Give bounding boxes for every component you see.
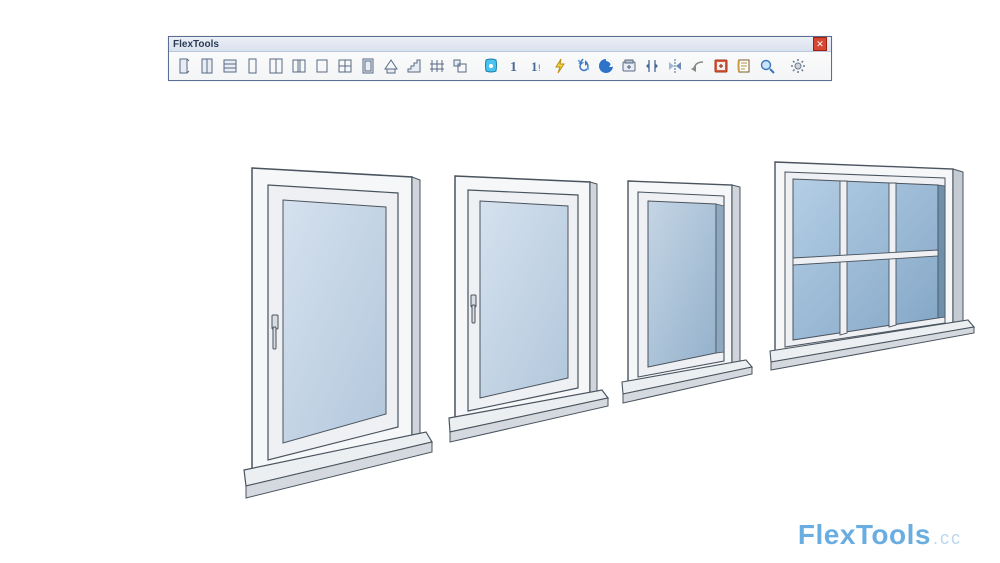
- settings-icon[interactable]: [787, 55, 809, 77]
- svg-text:1: 1: [510, 60, 517, 75]
- flexwindow-single-icon[interactable]: [242, 55, 264, 77]
- flexfence-icon[interactable]: [426, 55, 448, 77]
- search-icon[interactable]: [756, 55, 778, 77]
- instance-multi-icon[interactable]: 1!: [526, 55, 548, 77]
- window-model-1[interactable]: [244, 168, 432, 498]
- mirror-icon[interactable]: [664, 55, 686, 77]
- watermark-brand: FlexTools: [798, 519, 931, 550]
- flexwindow-double-icon[interactable]: [265, 55, 287, 77]
- flexscale-icon[interactable]: [449, 55, 471, 77]
- arrow-left-icon[interactable]: [687, 55, 709, 77]
- flexwindow-sliding-icon[interactable]: [288, 55, 310, 77]
- model-viewport[interactable]: [0, 0, 1000, 563]
- separator: [474, 56, 477, 76]
- componentfinder-icon[interactable]: [480, 55, 502, 77]
- convert-dynamic-icon[interactable]: [710, 55, 732, 77]
- flexwindow-grid-icon[interactable]: [334, 55, 356, 77]
- flextools-toolbar[interactable]: FlexTools ✕ 1 1!: [168, 36, 832, 81]
- flexstair-icon[interactable]: [403, 55, 425, 77]
- instance-single-icon[interactable]: 1: [503, 55, 525, 77]
- toolbar-titlebar[interactable]: FlexTools ✕: [169, 37, 831, 52]
- flexdoor-single-icon[interactable]: [173, 55, 195, 77]
- svg-text:1: 1: [531, 59, 538, 74]
- toolbar-title: FlexTools: [173, 39, 219, 50]
- flexwindow-fixed-icon[interactable]: [311, 55, 333, 77]
- refresh-all-icon[interactable]: [572, 55, 594, 77]
- toolbar-body: 1 1!: [169, 52, 831, 80]
- flexdoor-garage-icon[interactable]: [219, 55, 241, 77]
- svg-text:!: !: [538, 63, 541, 73]
- reports-icon[interactable]: [733, 55, 755, 77]
- zapper-icon[interactable]: [549, 55, 571, 77]
- flip-icon[interactable]: [641, 55, 663, 77]
- close-icon[interactable]: ✕: [813, 37, 827, 51]
- window-model-4[interactable]: [770, 162, 974, 370]
- wallcutter-icon[interactable]: [595, 55, 617, 77]
- separator: [781, 56, 784, 76]
- flexskylight-icon[interactable]: [380, 55, 402, 77]
- reload-icon[interactable]: [618, 55, 640, 77]
- window-model-3[interactable]: [622, 181, 752, 403]
- window-model-2[interactable]: [449, 176, 608, 442]
- flexdoor-double-icon[interactable]: [196, 55, 218, 77]
- flexwall-opening-icon[interactable]: [357, 55, 379, 77]
- watermark-suffix: .cc: [933, 528, 962, 548]
- watermark: FlexTools.cc: [798, 519, 962, 551]
